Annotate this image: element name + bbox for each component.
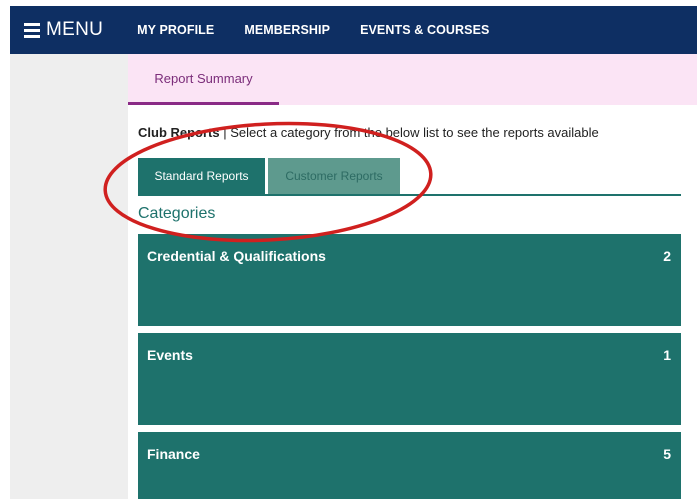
category-count: 1 bbox=[663, 347, 671, 363]
categories-heading: Categories bbox=[138, 205, 216, 222]
hamburger-icon bbox=[24, 22, 40, 38]
nav-events-courses[interactable]: EVENTS & COURSES bbox=[360, 23, 489, 37]
tab-standard-reports[interactable]: Standard Reports bbox=[138, 158, 265, 194]
category-count: 2 bbox=[663, 248, 671, 264]
category-name: Finance bbox=[147, 446, 200, 462]
menu-button[interactable]: MENU bbox=[24, 19, 103, 41]
intro-title: Club Reports bbox=[138, 125, 220, 140]
left-sidebar bbox=[10, 54, 128, 499]
category-credential-qualifications[interactable]: Credential & Qualifications 2 bbox=[138, 234, 681, 326]
main-content: Club Reports | Select a category from th… bbox=[128, 105, 697, 499]
tab-customer-reports[interactable]: Customer Reports bbox=[268, 158, 400, 194]
tab-report-summary[interactable]: Report Summary bbox=[128, 54, 279, 105]
menu-label: MENU bbox=[46, 19, 104, 40]
nav-my-profile[interactable]: MY PROFILE bbox=[137, 23, 214, 37]
intro-text: Club Reports | Select a category from th… bbox=[138, 125, 599, 140]
category-finance[interactable]: Finance 5 bbox=[138, 432, 681, 499]
category-count: 5 bbox=[663, 446, 671, 462]
category-name: Credential & Qualifications bbox=[147, 248, 326, 264]
nav-membership[interactable]: MEMBERSHIP bbox=[244, 23, 330, 37]
sub-navigation: Report Summary bbox=[128, 54, 697, 105]
category-events[interactable]: Events 1 bbox=[138, 333, 681, 425]
category-name: Events bbox=[147, 347, 193, 363]
navbar: MENU MY PROFILE MEMBERSHIP EVENTS & COUR… bbox=[10, 6, 697, 54]
report-tabs: Standard Reports Customer Reports bbox=[138, 158, 681, 196]
intro-description: | Select a category from the below list … bbox=[219, 125, 599, 140]
top-navigation-bar: MENU MY PROFILE MEMBERSHIP EVENTS & COUR… bbox=[0, 0, 697, 58]
